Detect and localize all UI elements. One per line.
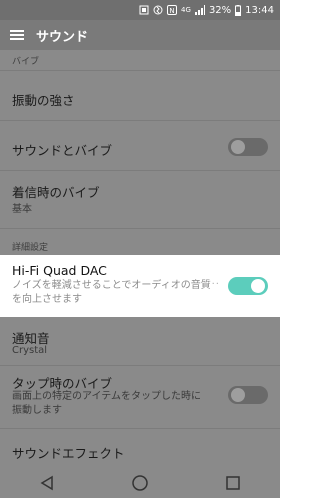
list-item-vibration-strength[interactable]: 振動の強さ [0, 90, 280, 109]
divider [0, 170, 280, 171]
battery-icon [235, 4, 242, 16]
page-title: サウンド [36, 29, 89, 45]
bluetooth-icon [153, 5, 163, 15]
home-icon[interactable] [128, 471, 152, 495]
toggle-knob [231, 140, 245, 154]
recents-icon[interactable] [221, 471, 245, 495]
toggle-knob [251, 279, 265, 293]
tap-vibrate-toggle[interactable] [228, 386, 268, 404]
app-bar: サウンド [0, 20, 280, 50]
divider [0, 365, 280, 366]
section-header-advanced: 詳細設定 [12, 243, 49, 253]
navigation-bar [0, 468, 280, 498]
hifi-description: ノイズを軽減させることでオーディオの音質を向上させます [12, 280, 211, 305]
back-icon[interactable] [35, 471, 59, 495]
notification-sound-value: Crystal [12, 345, 48, 356]
list-item-vibrate-partial: バイブ [12, 57, 40, 67]
divider [0, 120, 280, 121]
list-item-hifi-quad-dac[interactable]: Hi-Fi Quad DAC ノイズを軽減させることでオーディオの音質を向上させ… [0, 255, 280, 317]
hifi-toggle[interactable] [228, 277, 268, 295]
hifi-title: Hi-Fi Quad DAC [12, 263, 107, 278]
divider [0, 70, 280, 71]
divider [0, 228, 280, 229]
divider [0, 428, 280, 429]
list-item-ringtone-vibrate[interactable]: 着信時のバイブ [0, 182, 280, 201]
more-dots-icon: ··· [207, 279, 220, 290]
toggle-knob [231, 388, 245, 402]
cast-icon [139, 5, 149, 15]
signal-icon [194, 5, 205, 15]
clock: 13:44 [245, 4, 274, 16]
sound-and-vibrate-toggle[interactable] [228, 138, 268, 156]
status-bar: N 4G 32% 13:44 [0, 0, 280, 20]
lte-icon: 4G [181, 6, 191, 14]
tap-vibrate-description: 画面上の特定のアイテムをタップした時に振動します [12, 391, 201, 416]
battery-percent: 32% [208, 4, 232, 16]
ringtone-vibrate-value: 基本 [12, 204, 32, 215]
nfc-icon: N [167, 5, 178, 15]
menu-icon[interactable] [10, 30, 24, 40]
list-item-sound-effect[interactable]: サウンドエフェクト [0, 443, 280, 462]
